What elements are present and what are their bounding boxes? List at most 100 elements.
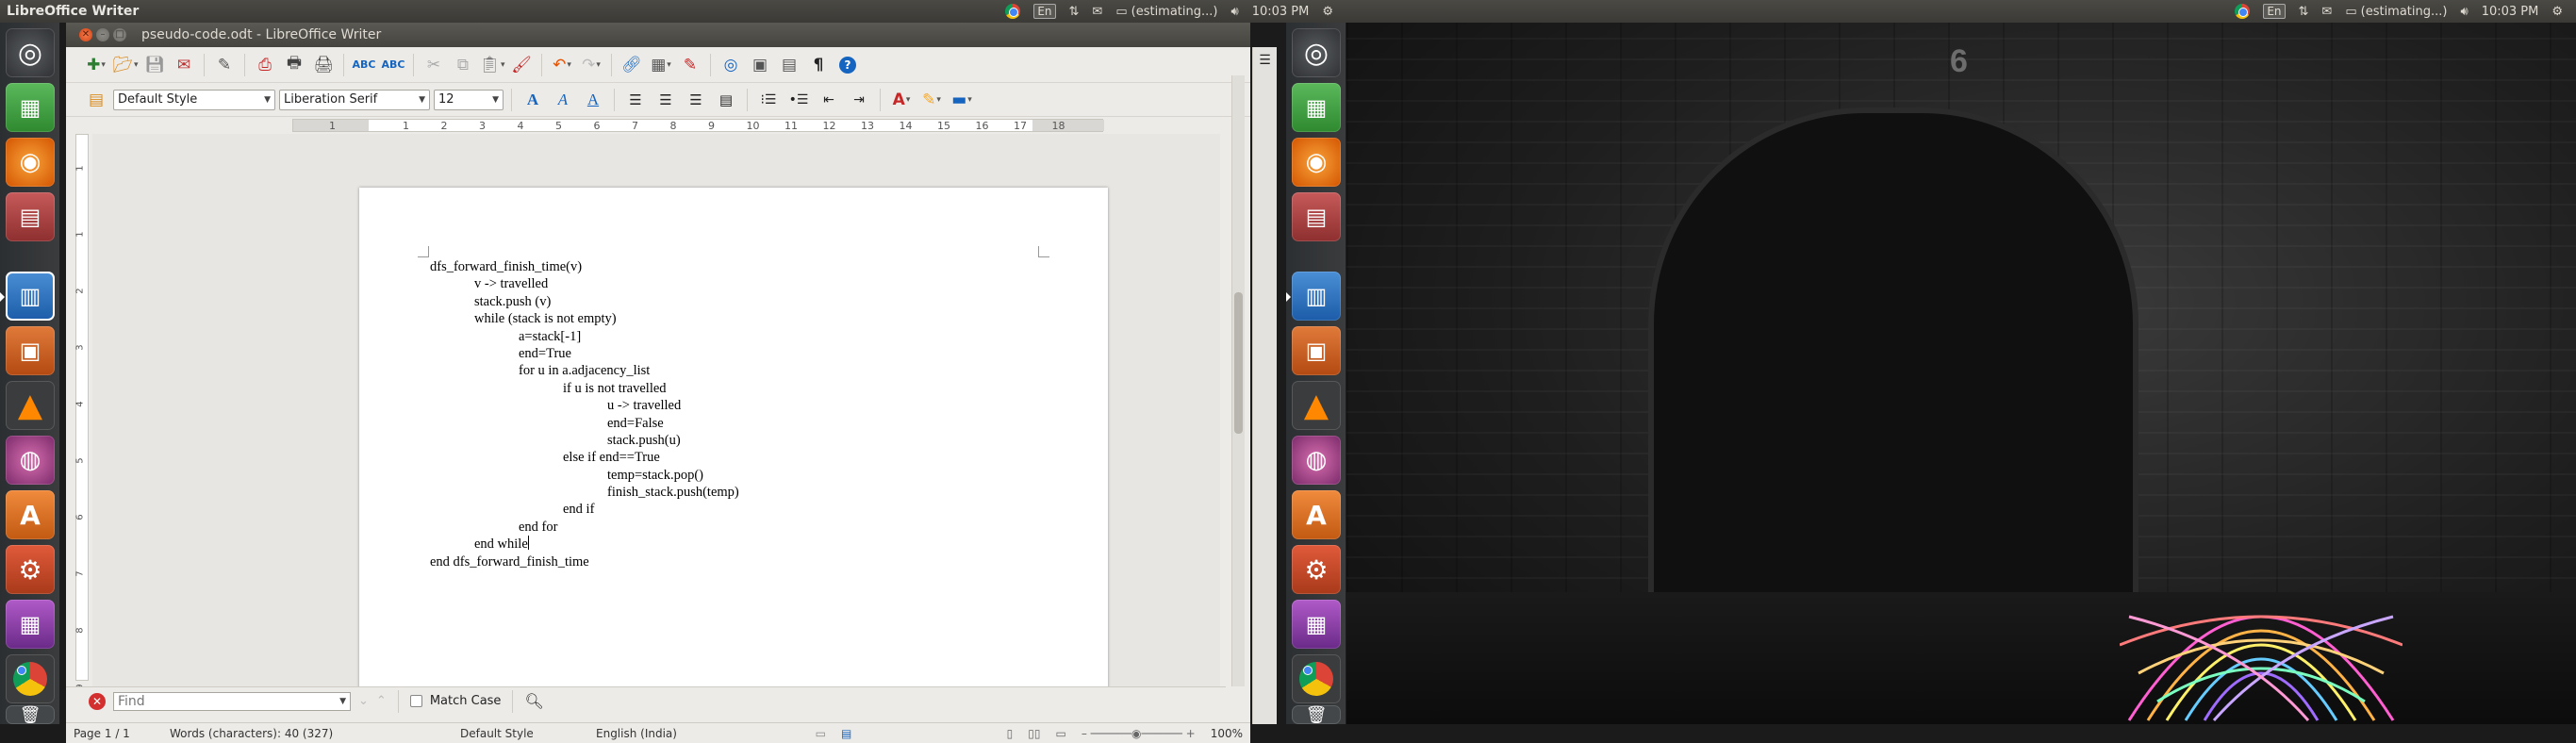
font-color-icon[interactable]: A <box>888 87 915 113</box>
blender-icon[interactable]: ◍ <box>6 436 55 485</box>
print-icon[interactable]: 🖶︎ <box>281 52 307 78</box>
font-size-select[interactable]: 12 ▼ <box>434 89 504 110</box>
page-style-indicator[interactable]: Default Style <box>453 727 588 740</box>
document-line[interactable]: while (stack is not empty) <box>430 310 739 327</box>
background-color-icon[interactable]: ▬ <box>949 87 975 113</box>
gear-icon[interactable]: ⚙ <box>2551 5 2563 19</box>
redo-icon[interactable]: ↷ <box>578 52 604 78</box>
ubuntu-dash-icon[interactable]: ◎ <box>1292 28 1341 77</box>
decrease-indent-icon[interactable]: ⇤ <box>816 87 842 113</box>
export-pdf-icon[interactable]: ⎙ <box>252 52 278 78</box>
vertical-scrollbar[interactable] <box>1231 75 1245 686</box>
document-line[interactable]: for u in a.adjacency_list <box>430 362 739 379</box>
insert-mode-icon[interactable]: ▭ <box>758 727 834 740</box>
ubuntu-dash-icon[interactable]: ◎ <box>6 28 55 77</box>
bold-icon[interactable]: A <box>520 87 546 113</box>
libreoffice-calc-icon[interactable]: ▦ <box>6 83 55 132</box>
close-window-button[interactable]: ✕ <box>79 28 92 41</box>
minimize-window-button[interactable]: – <box>96 28 109 41</box>
workspace-switcher-icon[interactable]: ▦ <box>6 600 55 649</box>
page-indicator[interactable]: Page 1 / 1 <box>66 727 162 740</box>
document-line[interactable]: end dfs_forward_finish_time <box>430 553 739 570</box>
chrome-icon[interactable] <box>1292 654 1341 703</box>
save-icon[interactable]: 💾︎ <box>141 52 168 78</box>
data-sources-icon[interactable]: ▤ <box>776 52 802 78</box>
document-modified-icon[interactable]: ▤ <box>834 727 859 740</box>
single-page-view-icon[interactable]: ▯ <box>999 727 1021 740</box>
blender-icon[interactable]: ◍ <box>1292 436 1341 485</box>
keyboard-layout-indicator[interactable]: En <box>1033 4 1056 19</box>
sidebar-deck[interactable]: ☰ <box>1252 47 1277 724</box>
styles-and-formatting-icon[interactable]: ▤ <box>83 87 109 113</box>
maximize-window-button[interactable]: □ <box>113 28 126 41</box>
zoom-level[interactable]: 100% <box>1203 727 1250 740</box>
table-icon[interactable]: ▦ <box>648 52 674 78</box>
document-line[interactable]: v -> travelled <box>430 275 739 292</box>
new-document-icon[interactable]: ✚ <box>83 52 109 78</box>
match-case-checkbox[interactable] <box>409 695 422 707</box>
clone-formatting-icon[interactable]: 🖌︎ <box>508 52 535 78</box>
align-center-icon[interactable]: ☰ <box>652 87 679 113</box>
cut-icon[interactable]: ✂ <box>421 52 447 78</box>
show-draw-functions-icon[interactable]: ✎ <box>677 52 703 78</box>
trash-icon[interactable]: 🗑︎ <box>1292 705 1341 725</box>
gallery-icon[interactable]: ▣ <box>747 52 773 78</box>
libreoffice-writer-icon[interactable]: ▥ <box>6 272 55 321</box>
align-left-icon[interactable]: ☰ <box>622 87 649 113</box>
word-count[interactable]: Words (characters): 40 (327) <box>162 727 453 740</box>
network-icon[interactable]: ⇅ <box>2299 5 2309 19</box>
mail-icon[interactable]: ✉ <box>2321 5 2332 19</box>
find-and-replace-icon[interactable]: 🔍︎ <box>524 692 543 710</box>
sidebar-menu-icon[interactable]: ☰ <box>1253 47 1277 68</box>
justify-icon[interactable]: ▤ <box>713 87 739 113</box>
edit-mode-icon[interactable]: ✎ <box>211 52 238 78</box>
zoom-slider[interactable]: – ──────◉────── + <box>1074 727 1203 740</box>
document-line[interactable]: a=stack[-1] <box>430 328 739 345</box>
find-previous-icon[interactable]: ⌄ <box>358 694 369 708</box>
chrome-icon[interactable] <box>6 654 55 703</box>
document-line[interactable]: end if <box>430 501 739 518</box>
volume-icon[interactable]: 🔊︎ <box>2460 5 2468 19</box>
mail-icon[interactable]: ✉ <box>1092 5 1102 19</box>
file-manager-icon[interactable]: ▤ <box>6 192 55 241</box>
document-line[interactable]: dfs_forward_finish_time(v) <box>430 258 739 275</box>
vertical-ruler[interactable]: 1123456789 <box>75 134 89 690</box>
underline-icon[interactable]: A <box>580 87 606 113</box>
help-icon[interactable]: ? <box>834 52 861 78</box>
document-line[interactable]: end=False <box>430 415 739 432</box>
copy-icon[interactable]: ⧉ <box>450 52 476 78</box>
volume-icon[interactable]: 🔊︎ <box>1230 5 1238 19</box>
document-line[interactable]: end=True <box>430 345 739 362</box>
align-right-icon[interactable]: ☰ <box>683 87 709 113</box>
document-area[interactable]: dfs_forward_finish_time(v) v -> travelled… <box>92 134 1220 686</box>
document-line[interactable]: finish_stack.push(temp) <box>430 484 739 501</box>
document-page[interactable]: dfs_forward_finish_time(v) v -> travelled… <box>359 188 1108 686</box>
trash-icon[interactable]: 🗑︎ <box>6 705 55 725</box>
navigator-icon[interactable]: ◎ <box>718 52 744 78</box>
software-center-icon[interactable]: A <box>6 490 55 539</box>
file-manager-icon[interactable]: ▤ <box>1292 192 1341 241</box>
increase-indent-icon[interactable]: ⇥ <box>846 87 872 113</box>
document-line[interactable]: end for <box>430 519 739 536</box>
chevron-down-icon[interactable]: ▼ <box>339 697 346 706</box>
vlc-icon[interactable]: ▲ <box>1292 381 1341 430</box>
send-document-icon[interactable]: ✉ <box>171 52 197 78</box>
workspace-switcher-icon[interactable]: ▦ <box>1292 600 1341 649</box>
libreoffice-impress-icon[interactable]: ▣ <box>6 326 55 375</box>
system-settings-icon[interactable]: ⚙ <box>1292 545 1341 594</box>
firefox-icon[interactable]: ◉ <box>1292 138 1341 187</box>
document-line[interactable]: else if end==True <box>430 449 739 466</box>
clock[interactable]: 10:03 PM <box>1252 5 1310 19</box>
network-icon[interactable]: ⇅ <box>1069 5 1080 19</box>
font-name-select[interactable]: Liberation Serif ▼ <box>279 89 430 110</box>
document-line[interactable]: stack.push(u) <box>430 432 739 449</box>
paragraph-style-select[interactable]: Default Style ▼ <box>113 89 275 110</box>
document-line[interactable]: stack.push (v) <box>430 293 739 310</box>
find-input[interactable]: Find ▼ <box>113 691 351 711</box>
bullets-icon[interactable]: •☰ <box>785 87 812 113</box>
highlighting-icon[interactable]: ✎ <box>918 87 945 113</box>
clock[interactable]: 10:03 PM <box>2482 5 2539 19</box>
italic-icon[interactable]: A <box>550 87 576 113</box>
document-line[interactable]: end while <box>430 536 739 553</box>
close-find-bar-icon[interactable]: ✕ <box>89 692 106 710</box>
